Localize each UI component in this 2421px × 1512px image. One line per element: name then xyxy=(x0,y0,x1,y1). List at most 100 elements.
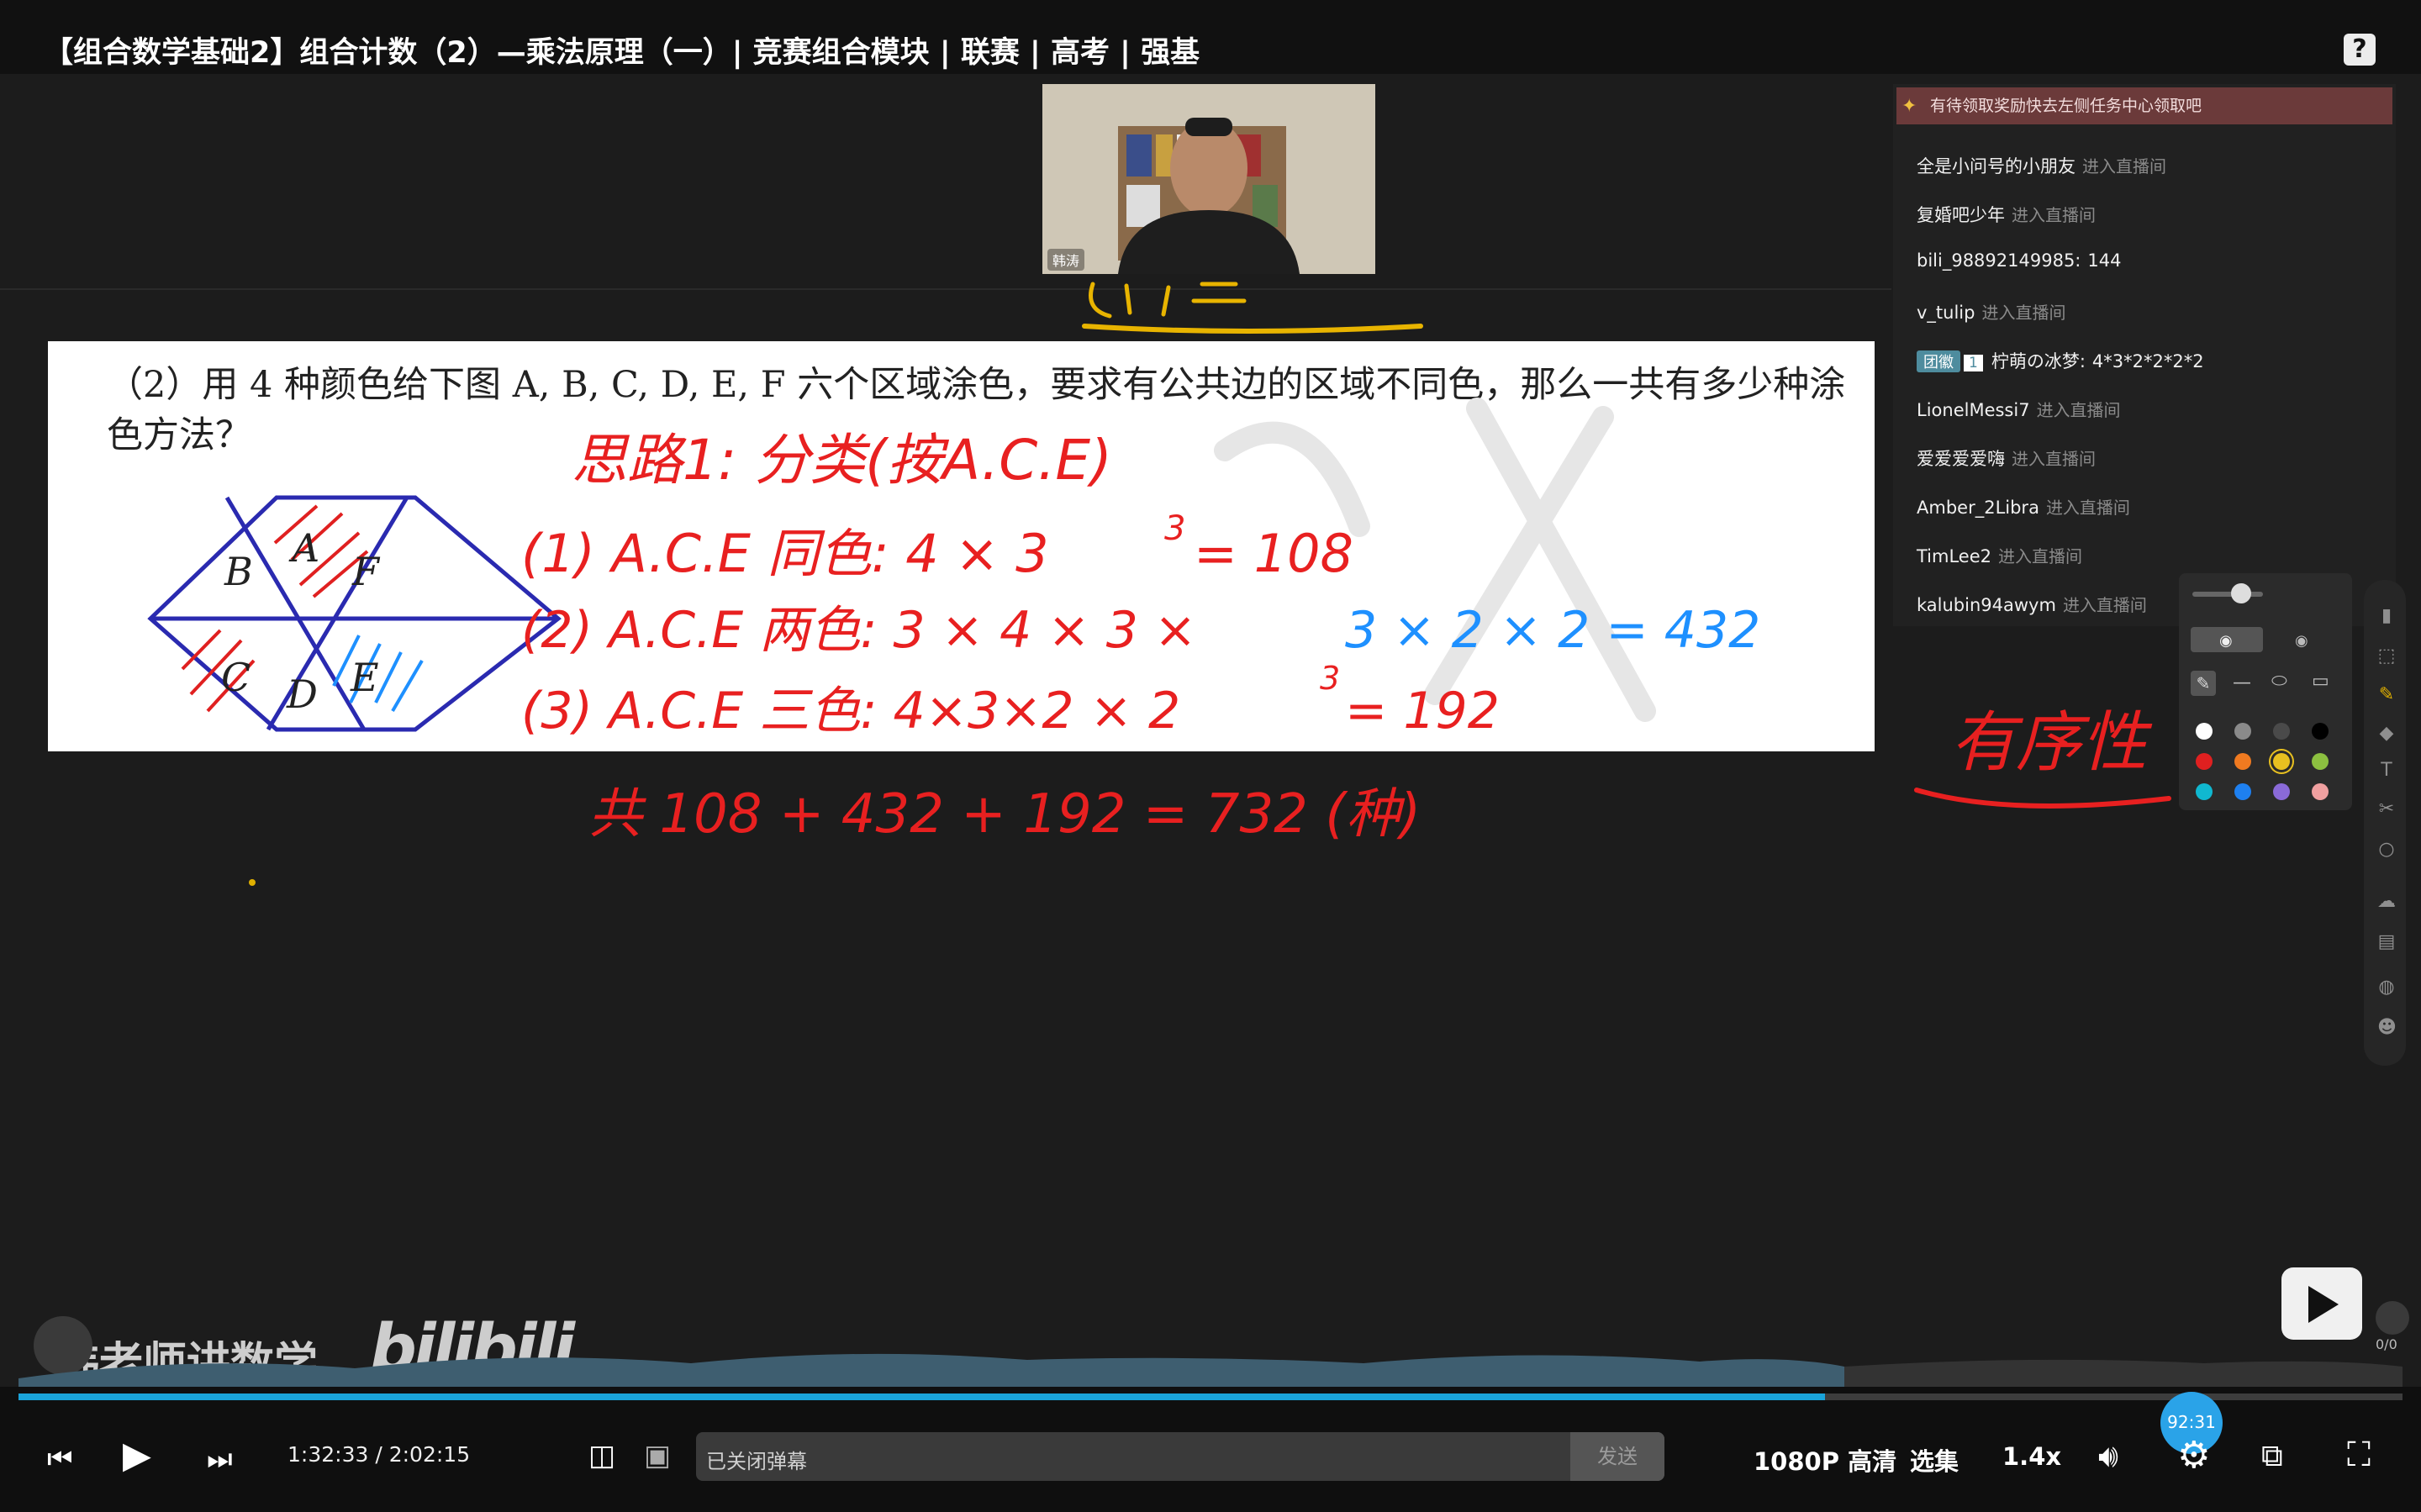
handwriting-line-3-exp: 3 xyxy=(1320,660,1340,697)
brush-icon[interactable]: ▮ xyxy=(2377,607,2396,625)
chat-username[interactable]: kalubin94awym xyxy=(1917,595,2056,615)
pen-color-swatch[interactable] xyxy=(2273,723,2290,740)
fan-badge-level: 1 xyxy=(1964,355,1983,371)
chat-message: bili_98892149985: 144 xyxy=(1917,250,2121,271)
pen-color-swatch[interactable] xyxy=(2312,753,2329,770)
pen-size-slider[interactable] xyxy=(2192,592,2263,597)
pen-color-swatch[interactable] xyxy=(2234,783,2251,800)
chat-message: v_tulip 进入直播间 xyxy=(1917,299,2065,324)
speed-button[interactable]: 1.4x xyxy=(2002,1442,2061,1471)
pen-color-swatch[interactable] xyxy=(2196,783,2213,800)
time-display: 1:32:33 / 2:02:15 xyxy=(287,1442,470,1467)
chat-username[interactable]: 柠萌の冰梦: xyxy=(1991,351,2086,371)
volume-icon[interactable]: 🔊︎ xyxy=(2098,1437,2118,1475)
pen-color-swatch[interactable] xyxy=(2196,753,2213,770)
users-icon[interactable]: ☻ xyxy=(2377,1019,2397,1037)
handwriting-total: 共 108 + 432 + 192 = 732 (种) xyxy=(588,783,1421,846)
chat-username[interactable]: Amber_2Libra xyxy=(1917,498,2039,518)
chat-username[interactable]: v_tulip xyxy=(1917,303,1975,323)
pen-dot-small-icon[interactable]: ◉ xyxy=(2295,632,2308,650)
chat-username[interactable]: bili_98892149985: xyxy=(1917,250,2081,271)
chat-text: 144 xyxy=(2087,250,2122,271)
chat-text: 进入直播间 xyxy=(1998,546,2083,566)
handwriting-line-3-result: = 192 xyxy=(1345,682,1500,740)
skip-previous-icon[interactable]: ⏮ xyxy=(47,1442,73,1476)
chat-username[interactable]: LionelMessi7 xyxy=(1917,400,2030,420)
pen-color-swatch[interactable] xyxy=(2273,753,2290,770)
progress-preview-time: 92:31 xyxy=(2167,1412,2216,1432)
time-separator: / xyxy=(375,1442,382,1467)
viewer-icon xyxy=(2376,1301,2409,1335)
handwriting-side-note: 有序性 xyxy=(1914,705,2171,809)
briefcase-icon[interactable]: ▤ xyxy=(2377,933,2396,951)
cursor-pointer-dot xyxy=(249,879,256,886)
quality-button[interactable]: 1080P 高清 xyxy=(1754,1442,1896,1478)
chat-text: 进入直播间 xyxy=(2045,498,2130,518)
chat-reward-notice[interactable]: 有待领取奖励快去左侧任务中心领取吧 xyxy=(1896,87,2392,124)
fan-badge: 团徽 xyxy=(1917,350,1960,372)
cloud-icon[interactable]: ☁ xyxy=(2377,893,2396,911)
episodes-button[interactable]: 选集 xyxy=(1910,1442,1959,1478)
chat-username[interactable]: TimLee2 xyxy=(1917,546,1991,566)
text-tool-icon[interactable]: T xyxy=(2377,761,2396,780)
chat-username[interactable]: 爱爱爱爱嗨 xyxy=(1917,449,2005,469)
line-shape-icon[interactable]: — xyxy=(2233,672,2251,693)
sparkle-icon: ✦ xyxy=(1901,96,1917,117)
pen-dot-icon: ◉ xyxy=(2219,632,2233,650)
shape-tool-icon[interactable]: ○ xyxy=(2377,840,2396,859)
picture-in-picture-icon[interactable]: ⧉ xyxy=(2261,1439,2283,1474)
svg-text:有序性: 有序性 xyxy=(1950,705,2153,781)
chat-message: kalubin94awym 进入直播间 xyxy=(1917,592,2147,616)
danmaku-toggle-icon[interactable]: ◫ xyxy=(588,1439,615,1472)
chat-message: 团徽 1 柠萌の冰梦: 4*3*2*2*2*2 xyxy=(1917,348,2204,373)
handwriting-line-1: (1) A.C.E 同色: 4 × 3 xyxy=(521,523,1049,584)
pen-color-swatch[interactable] xyxy=(2312,783,2329,800)
pen-color-swatch[interactable] xyxy=(2273,783,2290,800)
pen-color-swatch[interactable] xyxy=(2312,723,2329,740)
chat-message: Amber_2Libra 进入直播间 xyxy=(1917,494,2130,519)
chat-message: 爱爱爱爱嗨 进入直播间 xyxy=(1917,445,2096,471)
rectangle-shape-icon[interactable]: ▭ xyxy=(2312,671,2329,692)
chat-bubble-icon[interactable]: ◍ xyxy=(2377,978,2396,997)
duration: 2:02:15 xyxy=(388,1442,471,1467)
chat-username[interactable]: 复婚吧少年 xyxy=(1917,205,2005,225)
chat-message: 复婚吧少年 进入直播间 xyxy=(1917,202,2096,227)
chat-message: LionelMessi7 进入直播间 xyxy=(1917,397,2121,421)
danmaku-input-box[interactable] xyxy=(696,1432,1664,1481)
play-icon[interactable]: ▶ xyxy=(123,1434,151,1477)
bilibili-tv-icon[interactable] xyxy=(2281,1267,2362,1340)
help-icon[interactable]: ? xyxy=(2344,34,2376,66)
chat-text: 进入直播间 xyxy=(2012,205,2096,225)
handwriting-line-0: 思路1: 分类(按A.C.E) xyxy=(572,428,1112,493)
pen-color-swatch[interactable] xyxy=(2234,723,2251,740)
fullscreen-icon[interactable]: ⛶ xyxy=(2347,1436,2371,1474)
chat-text: 进入直播间 xyxy=(2036,400,2121,420)
handwriting-line-3: (3) A.C.E 三色: 4×3×2 × 2 xyxy=(521,682,1180,740)
ellipse-shape-icon[interactable]: ⬭ xyxy=(2271,671,2287,692)
pen-color-swatch[interactable] xyxy=(2234,753,2251,770)
chat-text: 进入直播间 xyxy=(2062,595,2147,615)
scissors-icon[interactable]: ✂ xyxy=(2377,800,2396,819)
handwriting-layer: 思路1: 分类(按A.C.E) (1) A.C.E 同色: 4 × 3 3 = … xyxy=(521,428,1760,846)
pen-color-swatch[interactable] xyxy=(2196,723,2213,740)
handwriting-line-1-result: = 108 xyxy=(1194,523,1353,584)
chat-username[interactable]: 全是小问号的小朋友 xyxy=(1917,156,2076,176)
danmaku-input[interactable]: 已关闭弹幕 xyxy=(706,1445,807,1474)
progress-fill xyxy=(18,1393,1825,1400)
skip-next-icon[interactable]: ⏭ xyxy=(207,1442,233,1476)
pen-size-slider-handle[interactable] xyxy=(2231,583,2251,603)
gear-icon[interactable]: ⚙ xyxy=(2177,1434,2210,1477)
handwriting-line-2-red: (2) A.C.E 两色: 3 × 4 × 3 × xyxy=(521,601,1196,660)
chat-message: TimLee2 进入直播间 xyxy=(1917,543,2082,567)
chat-text: 4*3*2*2*2*2 xyxy=(2091,351,2204,371)
send-button[interactable]: 发送 xyxy=(1570,1432,1664,1481)
chat-text: 进入直播间 xyxy=(1981,303,2066,323)
eraser-icon[interactable]: ◆ xyxy=(2377,724,2396,743)
handwriting-line-1-exp: 3 xyxy=(1164,509,1185,548)
select-icon[interactable]: ⬚ xyxy=(2377,647,2396,666)
pen-icon[interactable]: ✎ xyxy=(2377,686,2396,704)
freehand-icon[interactable]: ✎ xyxy=(2191,671,2216,696)
chat-text: 进入直播间 xyxy=(2012,449,2096,469)
chat-text: 进入直播间 xyxy=(2082,156,2166,176)
danmaku-settings-icon[interactable]: ▣ xyxy=(644,1439,671,1472)
